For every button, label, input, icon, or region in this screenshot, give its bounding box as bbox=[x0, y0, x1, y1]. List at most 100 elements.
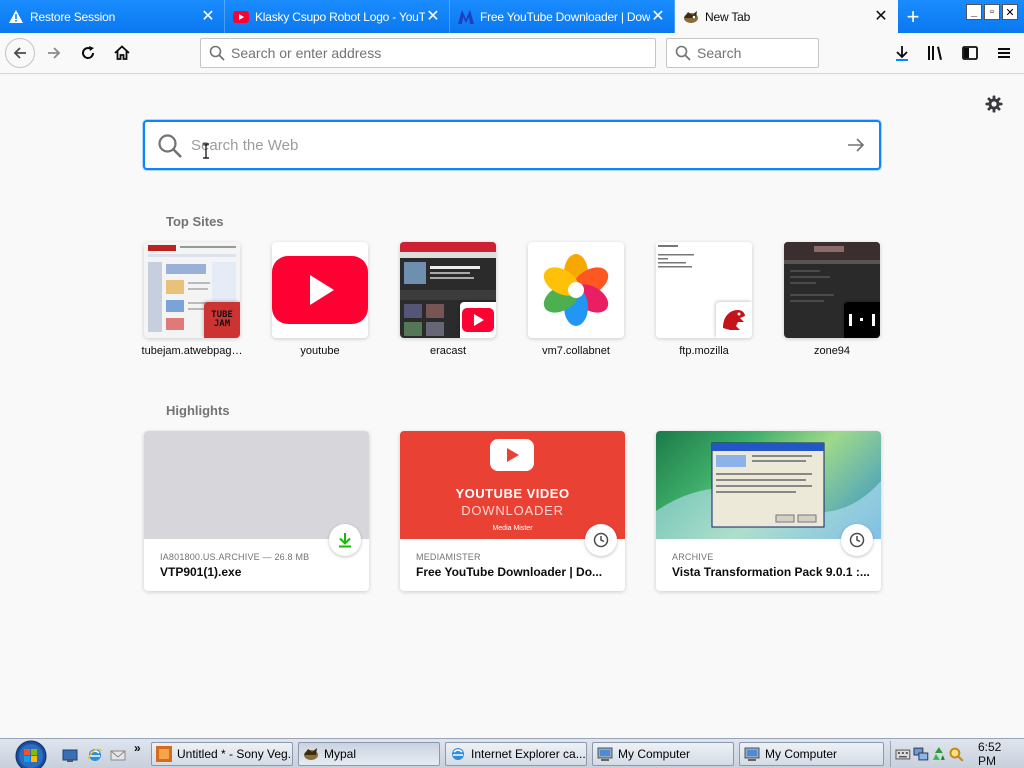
clock-icon bbox=[585, 524, 617, 556]
artwork-line-2: DOWNLOADER bbox=[461, 503, 564, 518]
close-window-button[interactable]: ✕ bbox=[1002, 4, 1018, 20]
site-thumbnail bbox=[656, 242, 752, 338]
mediamister-icon bbox=[458, 9, 474, 25]
back-button[interactable] bbox=[5, 38, 35, 68]
search-placeholder: Search bbox=[697, 45, 742, 61]
site-thumbnail: TUBE JAM bbox=[144, 242, 240, 338]
my-computer-icon bbox=[597, 747, 613, 761]
taskbar-item-label: Internet Explorer ca... bbox=[471, 747, 586, 761]
address-bar[interactable]: Search or enter address bbox=[200, 38, 656, 68]
highlight-title: VTP901(1).exe bbox=[160, 565, 242, 579]
tab-strip: Restore Session ✕ Klasky Csupo Robot Log… bbox=[0, 0, 1024, 33]
tab-restore-session[interactable]: Restore Session ✕ bbox=[0, 0, 225, 33]
site-label: zone94 bbox=[813, 345, 851, 357]
top-site-zone94[interactable]: zone94 bbox=[784, 242, 880, 357]
keyboard-icon[interactable] bbox=[895, 746, 911, 762]
recycle-icon[interactable] bbox=[931, 746, 947, 762]
network-icon[interactable] bbox=[913, 746, 929, 762]
tubejam-logo-text: TUBE JAM bbox=[211, 310, 233, 329]
top-site-youtube[interactable]: youtube bbox=[272, 242, 368, 357]
site-label: tubejam.atwebpag… bbox=[141, 345, 243, 357]
reload-button[interactable] bbox=[73, 38, 103, 68]
new-tab-button[interactable]: + bbox=[898, 0, 928, 33]
hamburger-icon bbox=[998, 48, 1010, 58]
highlight-card-vista-transformation[interactable]: ARCHIVE Vista Transformation Pack 9.0.1 … bbox=[656, 431, 881, 591]
mypal-icon bbox=[683, 9, 699, 25]
close-icon[interactable]: ✕ bbox=[650, 8, 666, 25]
youtube-icon bbox=[233, 9, 249, 25]
menu-button[interactable] bbox=[988, 38, 1020, 68]
highlight-card-vtp901[interactable]: IA801800.US.ARCHIVE — 26.8 MB VTP901(1).… bbox=[144, 431, 369, 591]
eracast-favicon bbox=[460, 302, 496, 338]
close-icon[interactable]: ✕ bbox=[425, 8, 441, 25]
arrow-right-icon bbox=[48, 47, 61, 59]
highlight-image: YOUTUBE VIDEO DOWNLOADER Media Mister bbox=[400, 431, 625, 539]
highlight-source: ARCHIVE bbox=[672, 552, 714, 562]
system-clock[interactable]: 6:52 PM bbox=[978, 740, 1022, 768]
taskbar-item-sony-vegas[interactable]: Untitled * - Sony Veg... bbox=[151, 742, 293, 766]
search-icon bbox=[157, 133, 183, 164]
taskbar-item-my-computer-1[interactable]: My Computer bbox=[592, 742, 734, 766]
top-sites-heading: Top Sites bbox=[166, 214, 224, 229]
minimize-button[interactable]: _ bbox=[966, 4, 982, 20]
close-icon[interactable]: ✕ bbox=[200, 8, 216, 25]
tab-free-youtube-downloader[interactable]: Free YouTube Downloader | Downl ✕ bbox=[450, 0, 675, 33]
dinosaur-icon bbox=[723, 310, 745, 330]
search-icon[interactable] bbox=[948, 746, 964, 762]
windows-taskbar: » Untitled * - Sony Veg... Mypal Interne… bbox=[0, 738, 1024, 768]
taskbar-item-label: My Computer bbox=[765, 747, 838, 761]
address-placeholder: Search or enter address bbox=[231, 45, 382, 61]
top-site-tubejam[interactable]: TUBE JAM tubejam.atwebpag… bbox=[142, 242, 242, 357]
library-button[interactable] bbox=[920, 38, 952, 68]
tubejam-favicon: TUBE JAM bbox=[204, 302, 240, 338]
arrow-left-icon bbox=[13, 47, 26, 59]
tab-title: New Tab bbox=[705, 9, 751, 24]
taskbar-item-my-computer-2[interactable]: My Computer bbox=[739, 742, 884, 766]
tab-new-tab[interactable]: New Tab ✕ bbox=[675, 0, 898, 33]
forward-button[interactable] bbox=[39, 38, 69, 68]
site-label: youtube bbox=[300, 345, 340, 357]
warning-icon bbox=[8, 9, 24, 25]
mypal-icon bbox=[304, 748, 318, 760]
vegas-icon bbox=[156, 746, 172, 762]
close-icon[interactable]: ✕ bbox=[873, 8, 889, 25]
site-label: vm7.collabnet bbox=[542, 345, 610, 357]
arrow-right-icon[interactable] bbox=[847, 137, 865, 158]
settings-gear-icon[interactable] bbox=[984, 94, 1004, 114]
top-site-eracast[interactable]: eracast bbox=[400, 242, 496, 357]
tab-klasky-csupo[interactable]: Klasky Csupo Robot Logo - YouTube ✕ bbox=[225, 0, 450, 33]
taskbar-item-internet-explorer[interactable]: Internet Explorer ca... bbox=[445, 742, 587, 766]
sidebar-icon bbox=[962, 46, 978, 60]
internet-explorer-icon[interactable] bbox=[87, 747, 103, 763]
web-search-box[interactable]: Search the Web bbox=[143, 120, 881, 170]
navigation-toolbar: Search or enter address Search bbox=[0, 33, 1024, 74]
restore-button[interactable]: ▫ bbox=[984, 4, 1000, 20]
start-button[interactable] bbox=[12, 739, 50, 768]
site-thumbnail bbox=[784, 242, 880, 338]
highlight-image bbox=[144, 431, 369, 539]
taskbar-item-label: Untitled * - Sony Veg... bbox=[177, 747, 293, 761]
top-site-vm7-collabnet[interactable]: vm7.collabnet bbox=[528, 242, 624, 357]
site-thumbnail bbox=[272, 242, 368, 338]
downloads-button[interactable] bbox=[886, 38, 918, 68]
top-site-ftp-mozilla[interactable]: ftp.mozilla bbox=[656, 242, 752, 357]
sidebar-button[interactable] bbox=[954, 38, 986, 68]
artwork-line-1: YOUTUBE VIDEO bbox=[455, 486, 570, 501]
taskbar-item-label: My Computer bbox=[618, 747, 691, 761]
mozilla-favicon bbox=[716, 302, 752, 338]
highlight-card-mediamister[interactable]: YOUTUBE VIDEO DOWNLOADER Media Mister ME… bbox=[400, 431, 625, 591]
highlight-title: Free YouTube Downloader | Do... bbox=[416, 565, 603, 579]
chevron-right-icon[interactable]: » bbox=[134, 741, 150, 757]
tab-title: Free YouTube Downloader | Downl bbox=[480, 9, 650, 24]
search-icon bbox=[209, 45, 225, 61]
highlight-title: Vista Transformation Pack 9.0.1 :... bbox=[672, 565, 870, 579]
youtube-icon bbox=[272, 256, 368, 324]
show-desktop-icon[interactable] bbox=[62, 747, 78, 763]
taskbar-item-mypal[interactable]: Mypal bbox=[298, 742, 440, 766]
clock-icon bbox=[841, 524, 873, 556]
site-label: ftp.mozilla bbox=[679, 345, 729, 357]
search-bar[interactable]: Search bbox=[666, 38, 819, 68]
mail-icon[interactable] bbox=[110, 747, 126, 763]
home-button[interactable] bbox=[107, 38, 137, 68]
home-icon bbox=[114, 45, 130, 60]
